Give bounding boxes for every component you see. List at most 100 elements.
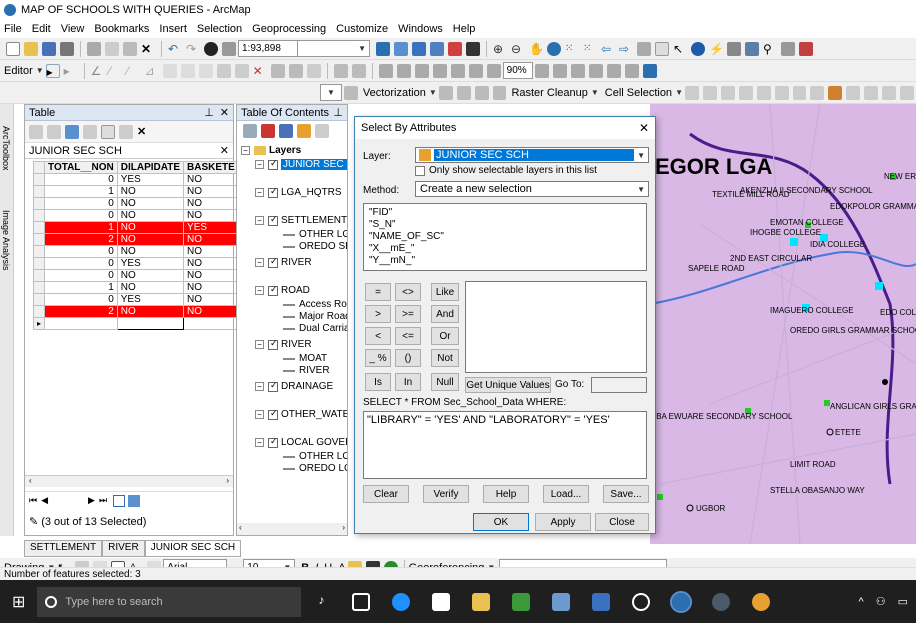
map-scale-dropdown[interactable]: ▼ [298, 40, 370, 57]
graph-icon[interactable] [486, 63, 501, 78]
operator-button[interactable]: <> [395, 283, 421, 301]
row-selector[interactable]: ▸ [32, 317, 46, 330]
clear-selection-icon[interactable] [655, 41, 669, 56]
cell-selection-menu[interactable]: Cell Selection [605, 87, 672, 99]
operator-button[interactable]: > [365, 305, 391, 323]
toc-layer[interactable]: − SETTLEMENT [255, 214, 347, 226]
snap-icon[interactable] [756, 85, 771, 100]
vectorization-trace-icon[interactable] [438, 85, 453, 100]
toc-layer[interactable]: − LOCAL GOVER [255, 436, 347, 448]
layer-visibility-checkbox[interactable] [268, 338, 278, 350]
back-arrow-icon[interactable]: ⇦ [601, 42, 615, 56]
menu-view[interactable]: View [61, 23, 85, 35]
cell-basket[interactable]: NO [183, 257, 239, 270]
excel-icon[interactable] [512, 592, 531, 611]
new-cell[interactable] [44, 317, 118, 330]
new-cell[interactable] [116, 317, 185, 330]
toc-options-icon[interactable] [315, 124, 329, 138]
table-row[interactable]: 0 YES NO [32, 293, 239, 306]
ok-button[interactable]: OK [473, 513, 529, 531]
cell-basket[interactable]: NO [183, 293, 239, 306]
menu-edit[interactable]: Edit [32, 23, 51, 35]
split-icon[interactable] [216, 63, 231, 78]
verify-button[interactable]: Verify [423, 485, 469, 503]
data-view-icon[interactable] [396, 63, 411, 78]
paste-icon[interactable] [123, 41, 137, 56]
cell-total-non[interactable]: 1 [44, 185, 118, 198]
row-selector[interactable] [32, 185, 46, 198]
app-icon[interactable] [552, 592, 571, 611]
first-record-icon[interactable]: ⏮ [29, 495, 37, 506]
cut-polygons-icon[interactable] [198, 63, 213, 78]
vectorization-pen-icon[interactable] [492, 85, 507, 100]
operator-button[interactable]: And [431, 305, 459, 323]
layout-zoom-combo[interactable]: 90% [502, 62, 533, 79]
show-all-records-icon[interactable] [113, 494, 126, 507]
edit-annotation-icon[interactable]: ▸ [64, 64, 78, 78]
table-icon[interactable] [468, 63, 483, 78]
arcmap-taskbar-icon[interactable] [670, 590, 693, 613]
georef-icon[interactable] [351, 63, 366, 78]
pin-icon[interactable]: ⊥ [333, 106, 343, 119]
row-selector[interactable] [32, 233, 46, 246]
arctoolbox-icon[interactable] [448, 41, 462, 56]
column-header[interactable]: DILAPIDATE [116, 161, 185, 174]
editor-toolbar-icon[interactable] [376, 41, 390, 56]
new-cell[interactable] [183, 317, 239, 330]
operator-button[interactable]: < [365, 327, 391, 345]
select-cells-icon[interactable] [684, 85, 699, 100]
toggle-draft-icon[interactable] [570, 63, 585, 78]
get-unique-values-button[interactable]: Get Unique Values [465, 377, 551, 393]
row-selector[interactable] [32, 281, 46, 294]
cell-total-non[interactable]: 2 [44, 305, 118, 318]
list-by-source-icon[interactable] [261, 124, 275, 138]
map-scale-combo[interactable]: 1:93,898 [238, 40, 298, 57]
apply-button[interactable]: Apply [535, 513, 591, 531]
cell-dilapidate[interactable]: NO [116, 209, 185, 222]
data-driven-pages-icon[interactable] [624, 63, 639, 78]
toc-scrollbar[interactable]: ‹ › [237, 523, 347, 535]
list-by-drawing-order-icon[interactable] [243, 124, 257, 138]
collapse-icon[interactable]: − [255, 258, 264, 267]
select-cells-3-icon[interactable] [720, 85, 735, 100]
open-folder-icon[interactable] [24, 41, 38, 56]
snap-6-icon[interactable] [846, 85, 861, 100]
find-binoculars-icon[interactable]: ⚲ [763, 42, 777, 56]
select-features-icon[interactable] [637, 41, 651, 56]
save-icon[interactable] [42, 41, 56, 56]
toc-legend-item[interactable]: Major Road [283, 311, 347, 322]
toc-layers-root[interactable]: − Layers [241, 145, 301, 156]
search-window-icon[interactable] [430, 41, 444, 56]
arctoolbox-tab[interactable]: ArcToolbox [1, 126, 11, 171]
layout-change-icon[interactable] [606, 63, 621, 78]
cut-icon[interactable] [87, 41, 101, 56]
edit-tool-icon[interactable]: ▸ [45, 63, 60, 79]
menu-windows[interactable]: Windows [398, 23, 443, 35]
layer-visibility-checkbox[interactable] [268, 284, 278, 296]
identify-icon[interactable] [691, 41, 705, 56]
show-selected-records-icon[interactable] [128, 494, 141, 507]
toc-legend-item[interactable]: Access Road [283, 299, 347, 310]
zoom-whole-page-icon[interactable] [534, 63, 549, 78]
toc-layer[interactable]: − RIVER [255, 256, 312, 268]
menu-geoprocessing[interactable]: Geoprocessing [252, 23, 326, 35]
cell-total-non[interactable]: 0 [44, 245, 118, 258]
table-row[interactable]: 1 NO YES [32, 221, 239, 234]
snap-5-icon[interactable] [828, 85, 843, 100]
field-item[interactable]: "NAME_OF_SC" [369, 231, 641, 243]
table-row[interactable]: 0 NO NO [32, 209, 239, 222]
school-flag[interactable] [657, 494, 663, 500]
app-3-icon[interactable] [712, 592, 731, 611]
cell-basket[interactable]: NO [183, 305, 239, 318]
cell-dilapidate[interactable]: NO [116, 245, 185, 258]
redo-icon[interactable]: ↷ [186, 42, 200, 56]
row-selector[interactable] [32, 257, 46, 270]
operator-button[interactable]: >= [395, 305, 421, 323]
delete-icon[interactable]: ✕ [141, 42, 155, 56]
app-2-icon[interactable] [592, 592, 611, 611]
table-tab[interactable]: JUNIOR SEC SCH [144, 540, 242, 557]
zoom-in-icon[interactable]: ⊕ [493, 42, 507, 56]
table-row[interactable]: 2 NO NO [32, 305, 239, 318]
delete-selected-icon[interactable]: ✕ [137, 125, 151, 139]
operator-button[interactable]: Or [431, 327, 459, 345]
